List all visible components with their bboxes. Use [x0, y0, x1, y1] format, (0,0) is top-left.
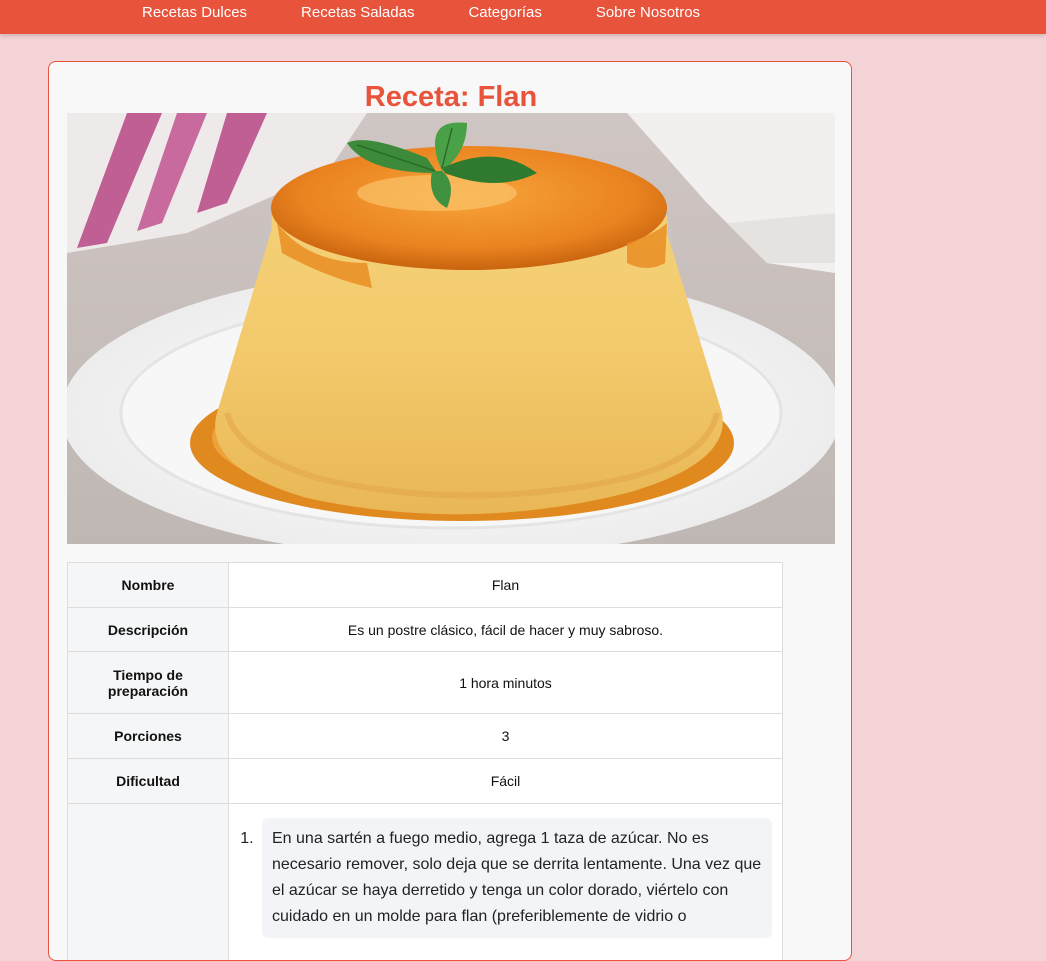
row-value-descripcion: Es un postre clásico, fácil de hacer y m…: [229, 608, 783, 652]
top-navigation: Recetas Dulces Recetas Saladas Categoría…: [0, 0, 1046, 34]
table-row: Nombre Flan: [68, 563, 783, 608]
row-label-dificultad: Dificultad: [68, 759, 229, 804]
nav-item-recetas-saladas[interactable]: Recetas Saladas: [301, 4, 414, 21]
row-label-descripcion: Descripción: [68, 608, 229, 652]
table-row: Tiempo de preparación 1 hora minutos: [68, 652, 783, 714]
table-row: Dificultad Fácil: [68, 759, 783, 804]
nav-menu: Recetas Dulces Recetas Saladas Categoría…: [142, 4, 754, 21]
row-label-nombre: Nombre: [68, 563, 229, 608]
nav-item-categorias[interactable]: Categorías: [468, 4, 541, 21]
flan-illustration: [67, 113, 835, 544]
page-title: Receta: Flan: [49, 80, 852, 114]
table-row: Descripción Es un postre clásico, fácil …: [68, 608, 783, 652]
steps-list: En una sartén a fuego medio, agrega 1 ta…: [239, 818, 772, 938]
flan-photo: [67, 113, 835, 544]
step-text: En una sartén a fuego medio, agrega 1 ta…: [262, 818, 772, 938]
table-row: En una sartén a fuego medio, agrega 1 ta…: [68, 804, 783, 961]
row-label-tiempo: Tiempo de preparación: [68, 652, 229, 714]
table-row: Porciones 3: [68, 714, 783, 759]
row-value-nombre: Flan: [229, 563, 783, 608]
row-value-porciones: 3: [229, 714, 783, 759]
recipe-card: Receta: Flan: [48, 61, 852, 961]
row-value-steps: En una sartén a fuego medio, agrega 1 ta…: [229, 804, 783, 961]
nav-item-sobre-nosotros[interactable]: Sobre Nosotros: [596, 4, 700, 21]
recipe-info-table: Nombre Flan Descripción Es un postre clá…: [67, 562, 783, 961]
nav-item-recetas-dulces[interactable]: Recetas Dulces: [142, 4, 247, 21]
row-label-porciones: Porciones: [68, 714, 229, 759]
row-label-preparacion: [68, 804, 229, 961]
step-item: En una sartén a fuego medio, agrega 1 ta…: [258, 818, 772, 938]
row-value-dificultad: Fácil: [229, 759, 783, 804]
row-value-tiempo: 1 hora minutos: [229, 652, 783, 714]
